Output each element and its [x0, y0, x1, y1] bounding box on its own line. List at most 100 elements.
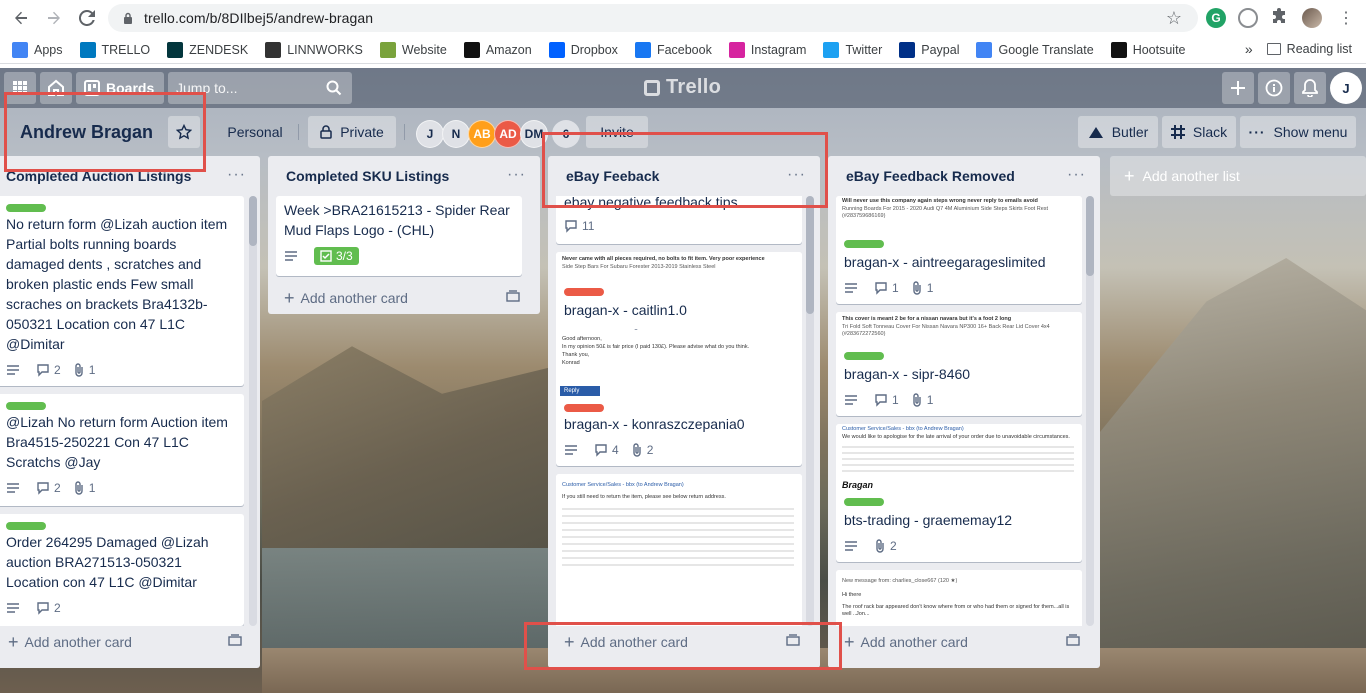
bookmark-twitter[interactable]: Twitter	[823, 41, 882, 58]
add-card-button[interactable]: + Add another card	[0, 628, 256, 656]
list-menu-icon[interactable]: ···	[787, 166, 806, 184]
card-label-green[interactable]	[844, 498, 884, 506]
bookmark-instagram[interactable]: Instagram	[728, 41, 806, 58]
globe-extension-icon[interactable]	[1238, 8, 1258, 28]
bookmark-linnworks[interactable]: LINNWORKS	[265, 41, 363, 58]
list-scrollbar[interactable]	[249, 196, 257, 626]
list-scrollbar-thumb[interactable]	[1086, 196, 1094, 276]
trello-logo[interactable]: Trello	[644, 76, 721, 99]
card[interactable]: Week >BRA21615213 - Spider Rear Mud Flap…	[276, 196, 522, 276]
card-template-icon[interactable]	[506, 290, 520, 302]
forward-arrow-icon[interactable]	[43, 7, 65, 29]
card-label-red[interactable]	[564, 288, 604, 296]
butler-label: Butler	[1111, 124, 1149, 140]
card-label-green[interactable]	[844, 352, 884, 360]
add-card-button[interactable]: + Add another card	[836, 628, 1092, 656]
card[interactable]: This cover is meant 2 be for a nissan na…	[836, 312, 1082, 416]
member-avatar[interactable]: AD	[494, 120, 522, 148]
card-badges: 1 1	[844, 278, 945, 298]
list-scrollbar-thumb[interactable]	[249, 196, 257, 246]
list-header[interactable]: Completed SKU Listings ···	[268, 156, 540, 196]
add-card-button[interactable]: + Add another card	[556, 628, 812, 656]
card[interactable]: Will never use this company again steps …	[836, 196, 1082, 304]
member-avatar[interactable]: AB	[468, 120, 496, 148]
bookmark-website[interactable]: Website	[379, 41, 447, 58]
card-label-green[interactable]	[6, 204, 46, 212]
list-menu-icon[interactable]: ···	[507, 166, 526, 184]
bookmark-dropbox[interactable]: Dropbox	[548, 41, 618, 58]
card[interactable]: @Lizah No return form Auction item Bra45…	[0, 394, 244, 506]
team-visibility-label: Personal	[227, 124, 283, 140]
card[interactable]: Customer Service/Sales - bbx (to Andrew …	[836, 424, 1082, 562]
bookmark-star-icon[interactable]: ☆	[1166, 8, 1182, 29]
member-avatar[interactable]: N	[442, 120, 470, 148]
list-menu-icon[interactable]: ···	[227, 166, 246, 184]
create-plus-icon[interactable]	[1222, 72, 1254, 104]
app-switcher-icon[interactable]	[4, 72, 36, 104]
invite-button[interactable]: Invite	[586, 116, 648, 148]
slack-button[interactable]: Slack	[1162, 116, 1236, 148]
chrome-menu-icon[interactable]: ⋮	[1336, 8, 1356, 28]
show-menu-button[interactable]: ··· Show menu	[1240, 116, 1356, 148]
list-title[interactable]: Completed SKU Listings	[286, 168, 449, 184]
card[interactable]: New message from: charlies_close667 (120…	[836, 570, 1082, 626]
trello-logo-text: Trello	[666, 76, 722, 98]
list-title[interactable]: eBay Feeback	[566, 168, 659, 184]
user-avatar[interactable]: J	[1330, 72, 1362, 104]
list-title[interactable]: eBay Feedback Removed	[846, 168, 1015, 184]
comments-badge: 4	[594, 443, 619, 457]
card-label-red[interactable]	[564, 404, 604, 412]
bookmark-google-translate[interactable]: Google Translate	[976, 41, 1094, 58]
bookmark-trello[interactable]: TRELLO	[79, 41, 150, 58]
list-scrollbar-thumb[interactable]	[806, 196, 814, 314]
member-avatar[interactable]: J	[416, 120, 444, 148]
cover-text: This cover is meant 2 be for a nissan na…	[842, 316, 1012, 322]
card[interactable]: No return form @Lizah auction item Parti…	[0, 196, 244, 386]
board-title[interactable]: Andrew Bragan	[20, 122, 153, 143]
list-title[interactable]: Completed Auction Listings	[6, 168, 191, 184]
list-menu-icon[interactable]: ···	[1067, 166, 1086, 184]
bookmark-zendesk[interactable]: ZENDESK	[167, 41, 248, 58]
bookmark-amazon[interactable]: Amazon	[463, 41, 532, 58]
home-icon[interactable]	[40, 72, 72, 104]
team-visibility-button[interactable]: Personal	[220, 116, 290, 148]
grammarly-extension-icon[interactable]: G	[1206, 8, 1226, 28]
puzzle-extensions-icon[interactable]	[1270, 8, 1290, 28]
reload-icon[interactable]	[76, 7, 98, 29]
board-visibility-button[interactable]: Private	[308, 116, 396, 148]
hootsuite-icon	[1110, 41, 1127, 58]
card-template-icon[interactable]	[1066, 634, 1080, 646]
list-header[interactable]: eBay Feeback ···	[548, 156, 820, 196]
card-label-green[interactable]	[6, 522, 46, 530]
card-template-icon[interactable]	[786, 634, 800, 646]
card-label-green[interactable]	[844, 240, 884, 248]
bookmark-apps[interactable]: Apps	[12, 41, 63, 58]
card[interactable]: Customer Service/Sales - bbx (to Andrew …	[556, 474, 802, 626]
list-header[interactable]: Completed Auction Listings ···	[0, 156, 260, 196]
card-label-green[interactable]	[6, 402, 46, 410]
bookmark-hootsuite[interactable]: Hootsuite	[1110, 41, 1186, 58]
member-avatar[interactable]: DM	[520, 120, 548, 148]
profile-avatar[interactable]	[1302, 8, 1322, 28]
notifications-bell-icon[interactable]	[1294, 72, 1326, 104]
card-template-icon[interactable]	[228, 634, 242, 646]
butler-button[interactable]: Butler	[1078, 116, 1158, 148]
card[interactable]: Good afternoon, In my opinion 50£ is fai…	[556, 330, 802, 466]
info-icon[interactable]	[1258, 72, 1290, 104]
address-bar[interactable]: trello.com/b/8DIlbej5/andrew-bragan ☆	[108, 4, 1198, 32]
bookmark-paypal[interactable]: Paypal	[899, 41, 959, 58]
bookmark-facebook[interactable]: Facebook	[634, 41, 712, 58]
member-count-badge[interactable]: 6	[552, 120, 580, 148]
list-cards: ebay negative feedback tips 11 Never cam…	[548, 196, 820, 626]
bookmarks-more-button[interactable]: »	[1245, 41, 1253, 57]
reading-list-button[interactable]: Reading list	[1287, 42, 1352, 56]
boards-button[interactable]: Boards	[76, 72, 164, 104]
add-another-list-button[interactable]: + Add another list	[1110, 156, 1366, 196]
star-board-icon[interactable]	[168, 116, 200, 148]
back-arrow-icon[interactable]	[10, 7, 32, 29]
add-card-button[interactable]: + Add another card	[276, 284, 532, 312]
card[interactable]: Order 264295 Damaged @Lizah auction BRA2…	[0, 514, 244, 626]
list-header[interactable]: eBay Feedback Removed ···	[828, 156, 1100, 196]
card[interactable]: ebay negative feedback tips 11	[556, 196, 802, 244]
jump-to-search[interactable]: Jump to...	[168, 72, 352, 104]
